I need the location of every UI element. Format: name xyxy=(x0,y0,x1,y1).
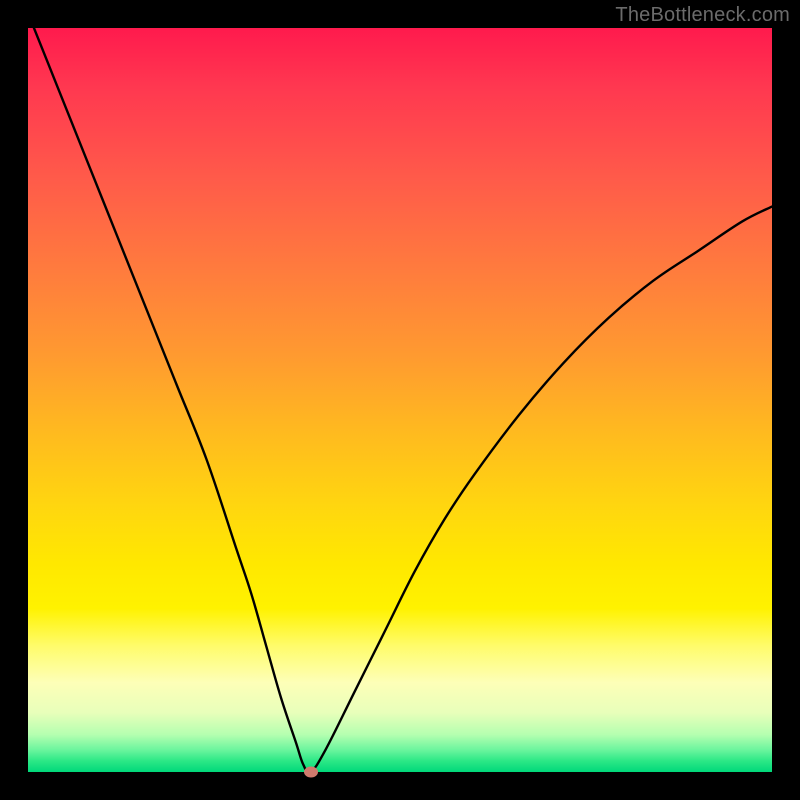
watermark-text: TheBottleneck.com xyxy=(615,4,790,27)
plot-area xyxy=(28,28,772,772)
bottleneck-curve xyxy=(28,28,772,772)
chart-frame: TheBottleneck.com xyxy=(0,0,800,800)
optimal-point-marker xyxy=(304,767,318,778)
